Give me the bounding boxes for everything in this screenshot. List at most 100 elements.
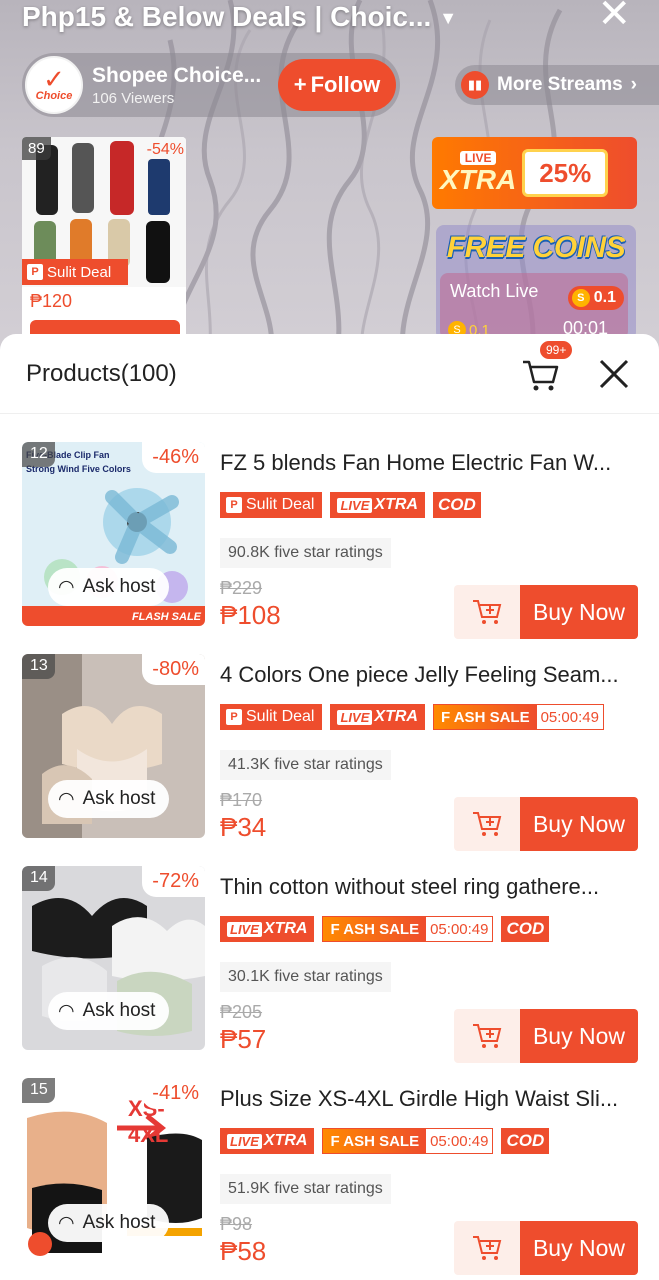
product-image[interactable]: XS-4XL 15 -41% ◠ Ask host — [22, 1078, 205, 1262]
cart-badge: 99+ — [539, 339, 574, 360]
product-tags: LIVE XTRA F ASH SALE 05:00:49 COD — [220, 1128, 550, 1154]
flash-sale-timer: 05:00:49 — [426, 1129, 493, 1153]
pinned-tag-label: Sulit Deal — [47, 263, 112, 281]
product-name[interactable]: Plus Size XS-4XL Girdle High Waist Sli..… — [220, 1086, 638, 1112]
live-label: LIVE — [227, 1133, 262, 1149]
product-image[interactable]: Five-Blade Clip Fan Strong Wind Five Col… — [22, 442, 205, 626]
more-streams-label: More Streams — [497, 74, 623, 95]
coin-reward-badge: S 0.1 — [567, 286, 624, 310]
original-price: ₱229 — [220, 578, 263, 598]
products-title: Products(100) — [26, 359, 177, 387]
original-price: ₱205 — [220, 1002, 263, 1022]
product-item[interactable]: 14 -72% ◠ Ask host Thin cotton without s… — [22, 866, 638, 1063]
product-name[interactable]: 4 Colors One piece Jelly Feeling Seam... — [220, 662, 638, 688]
product-number: 13 — [22, 654, 55, 679]
ask-host-label: Ask host — [82, 1212, 156, 1233]
buy-now-button[interactable]: Buy Now — [520, 1221, 638, 1275]
check-icon: ✓ — [43, 64, 65, 94]
follow-label: Follow — [310, 72, 381, 97]
pinned-sulit-deal-tag: P Sulit Deal — [22, 259, 128, 285]
products-sheet: Products(100) 99+ Five-Blade Clip Fan St… — [0, 334, 659, 1280]
host-avatar[interactable]: ✓ Choice — [25, 56, 83, 114]
add-to-cart-button[interactable] — [454, 1009, 520, 1063]
cod-tag: COD — [501, 916, 550, 942]
ask-host-label: Ask host — [82, 576, 156, 597]
product-image[interactable]: 14 -72% ◠ Ask host — [22, 866, 205, 1050]
plus-icon: + — [293, 72, 307, 97]
discount-badge: -41% — [142, 1078, 205, 1109]
live-xtra-tag: LIVE XTRA — [220, 1128, 315, 1154]
product-item[interactable]: 13 -80% ◠ Ask host 4 Colors One piece Je… — [22, 654, 638, 851]
original-price: ₱98 — [220, 1214, 253, 1234]
close-icon[interactable] — [597, 357, 631, 391]
live-label: LIVE — [337, 497, 373, 513]
add-to-cart-icon — [473, 812, 502, 836]
streams-icon: ▮▮ — [461, 71, 489, 99]
free-coins-widget[interactable]: FREE COINS Watch Live S 0.1 S 0.1 00:01 — [436, 225, 636, 340]
sulit-deal-icon: P — [27, 264, 43, 280]
live-xtra-tag: LIVE XTRA — [220, 916, 315, 942]
flash-sale-tag: F ASH SALE 05:00:49 — [322, 916, 494, 942]
host-info[interactable]: ✓ Choice Shopee Choice... 106 Viewers + … — [22, 53, 400, 117]
pinned-price: ₱120 — [30, 291, 73, 311]
stream-title[interactable]: Php15 & Below Deals | Choic... — [22, 1, 431, 33]
buy-now-button[interactable]: Buy Now — [520, 1009, 638, 1063]
close-stream-icon[interactable]: ✕ — [597, 0, 631, 34]
ask-host-button[interactable]: ◠ Ask host — [48, 780, 170, 818]
buy-now-button[interactable]: Buy Now — [520, 585, 638, 639]
sale-price: ₱34 — [220, 812, 267, 842]
watch-live-label: Watch Live — [450, 281, 539, 301]
ask-host-button[interactable]: ◠ Ask host — [48, 568, 170, 606]
product-item[interactable]: Five-Blade Clip Fan Strong Wind Five Col… — [22, 442, 638, 639]
live-xtra-banner[interactable]: LIVE XTRA 25% — [432, 137, 637, 209]
live-label: LIVE — [227, 921, 262, 937]
watch-live-reward[interactable]: Watch Live S 0.1 S 0.1 00:01 — [440, 273, 628, 339]
live-label: LIVE — [337, 709, 373, 725]
add-to-cart-icon — [473, 600, 502, 624]
buy-now-button[interactable]: Buy Now — [520, 797, 638, 851]
coin-reward-amount: 0.1 — [593, 289, 616, 306]
add-to-cart-button[interactable] — [454, 797, 520, 851]
cart-button[interactable]: 99+ — [521, 339, 574, 394]
more-streams-button[interactable]: ▮▮ More Streams › — [455, 65, 659, 105]
sulit-deal-tag: P Sulit Deal — [220, 492, 323, 518]
headset-icon: ◠ — [58, 788, 75, 810]
original-price: ₱170 — [220, 790, 263, 810]
product-item[interactable]: XS-4XL 15 -41% ◠ Ask host Plus Size XS-4… — [22, 1078, 638, 1275]
add-to-cart-button[interactable] — [454, 585, 520, 639]
sulit-deal-icon: P — [226, 709, 242, 725]
headset-icon: ◠ — [58, 1212, 75, 1234]
live-stream-video[interactable]: Php15 & Below Deals | Choic... ▼ ✕ ✓ Cho… — [0, 0, 659, 380]
xtra-label: XTRA — [440, 164, 517, 195]
flash-sale-image-label: FLASH SALE — [131, 611, 201, 623]
product-name[interactable]: Thin cotton without steel ring gathere..… — [220, 874, 638, 900]
product-name[interactable]: FZ 5 blends Fan Home Electric Fan W... — [220, 450, 638, 476]
add-to-cart-icon — [473, 1236, 502, 1260]
sale-price: ₱58 — [220, 1236, 267, 1266]
caret-down-icon[interactable]: ▼ — [439, 8, 457, 29]
discount-badge: -80% — [142, 654, 205, 685]
xtra-coupon-badge: 25% — [522, 149, 609, 197]
star-ratings: 30.1K five star ratings — [220, 962, 391, 992]
sulit-deal-label: Sulit Deal — [246, 708, 315, 725]
star-ratings: 90.8K five star ratings — [220, 538, 391, 568]
sale-price: ₱108 — [220, 600, 281, 630]
xtra-live-label: LIVE — [459, 151, 497, 165]
product-number: 14 — [22, 866, 55, 891]
follow-button[interactable]: + Follow — [278, 59, 396, 111]
product-tags: P Sulit Deal LIVE XTRA COD — [220, 492, 481, 518]
live-xtra-tag: LIVE XTRA — [330, 704, 425, 730]
cod-tag: COD — [432, 492, 481, 518]
ask-host-button[interactable]: ◠ Ask host — [48, 1204, 170, 1242]
cod-tag: COD — [501, 1128, 550, 1154]
headset-icon: ◠ — [58, 1000, 75, 1022]
ask-host-button[interactable]: ◠ Ask host — [48, 992, 170, 1030]
product-tags: LIVE XTRA F ASH SALE 05:00:49 COD — [220, 916, 550, 942]
sulit-deal-tag: P Sulit Deal — [220, 704, 323, 730]
live-xtra-tag: LIVE XTRA — [330, 492, 425, 518]
cart-icon — [523, 360, 559, 390]
pinned-product-card[interactable]: 89 -54% P Sulit Deal ₱120 — [22, 137, 186, 347]
product-image[interactable]: 13 -80% ◠ Ask host — [22, 654, 205, 838]
headset-icon: ◠ — [58, 576, 75, 598]
add-to-cart-button[interactable] — [454, 1221, 520, 1275]
